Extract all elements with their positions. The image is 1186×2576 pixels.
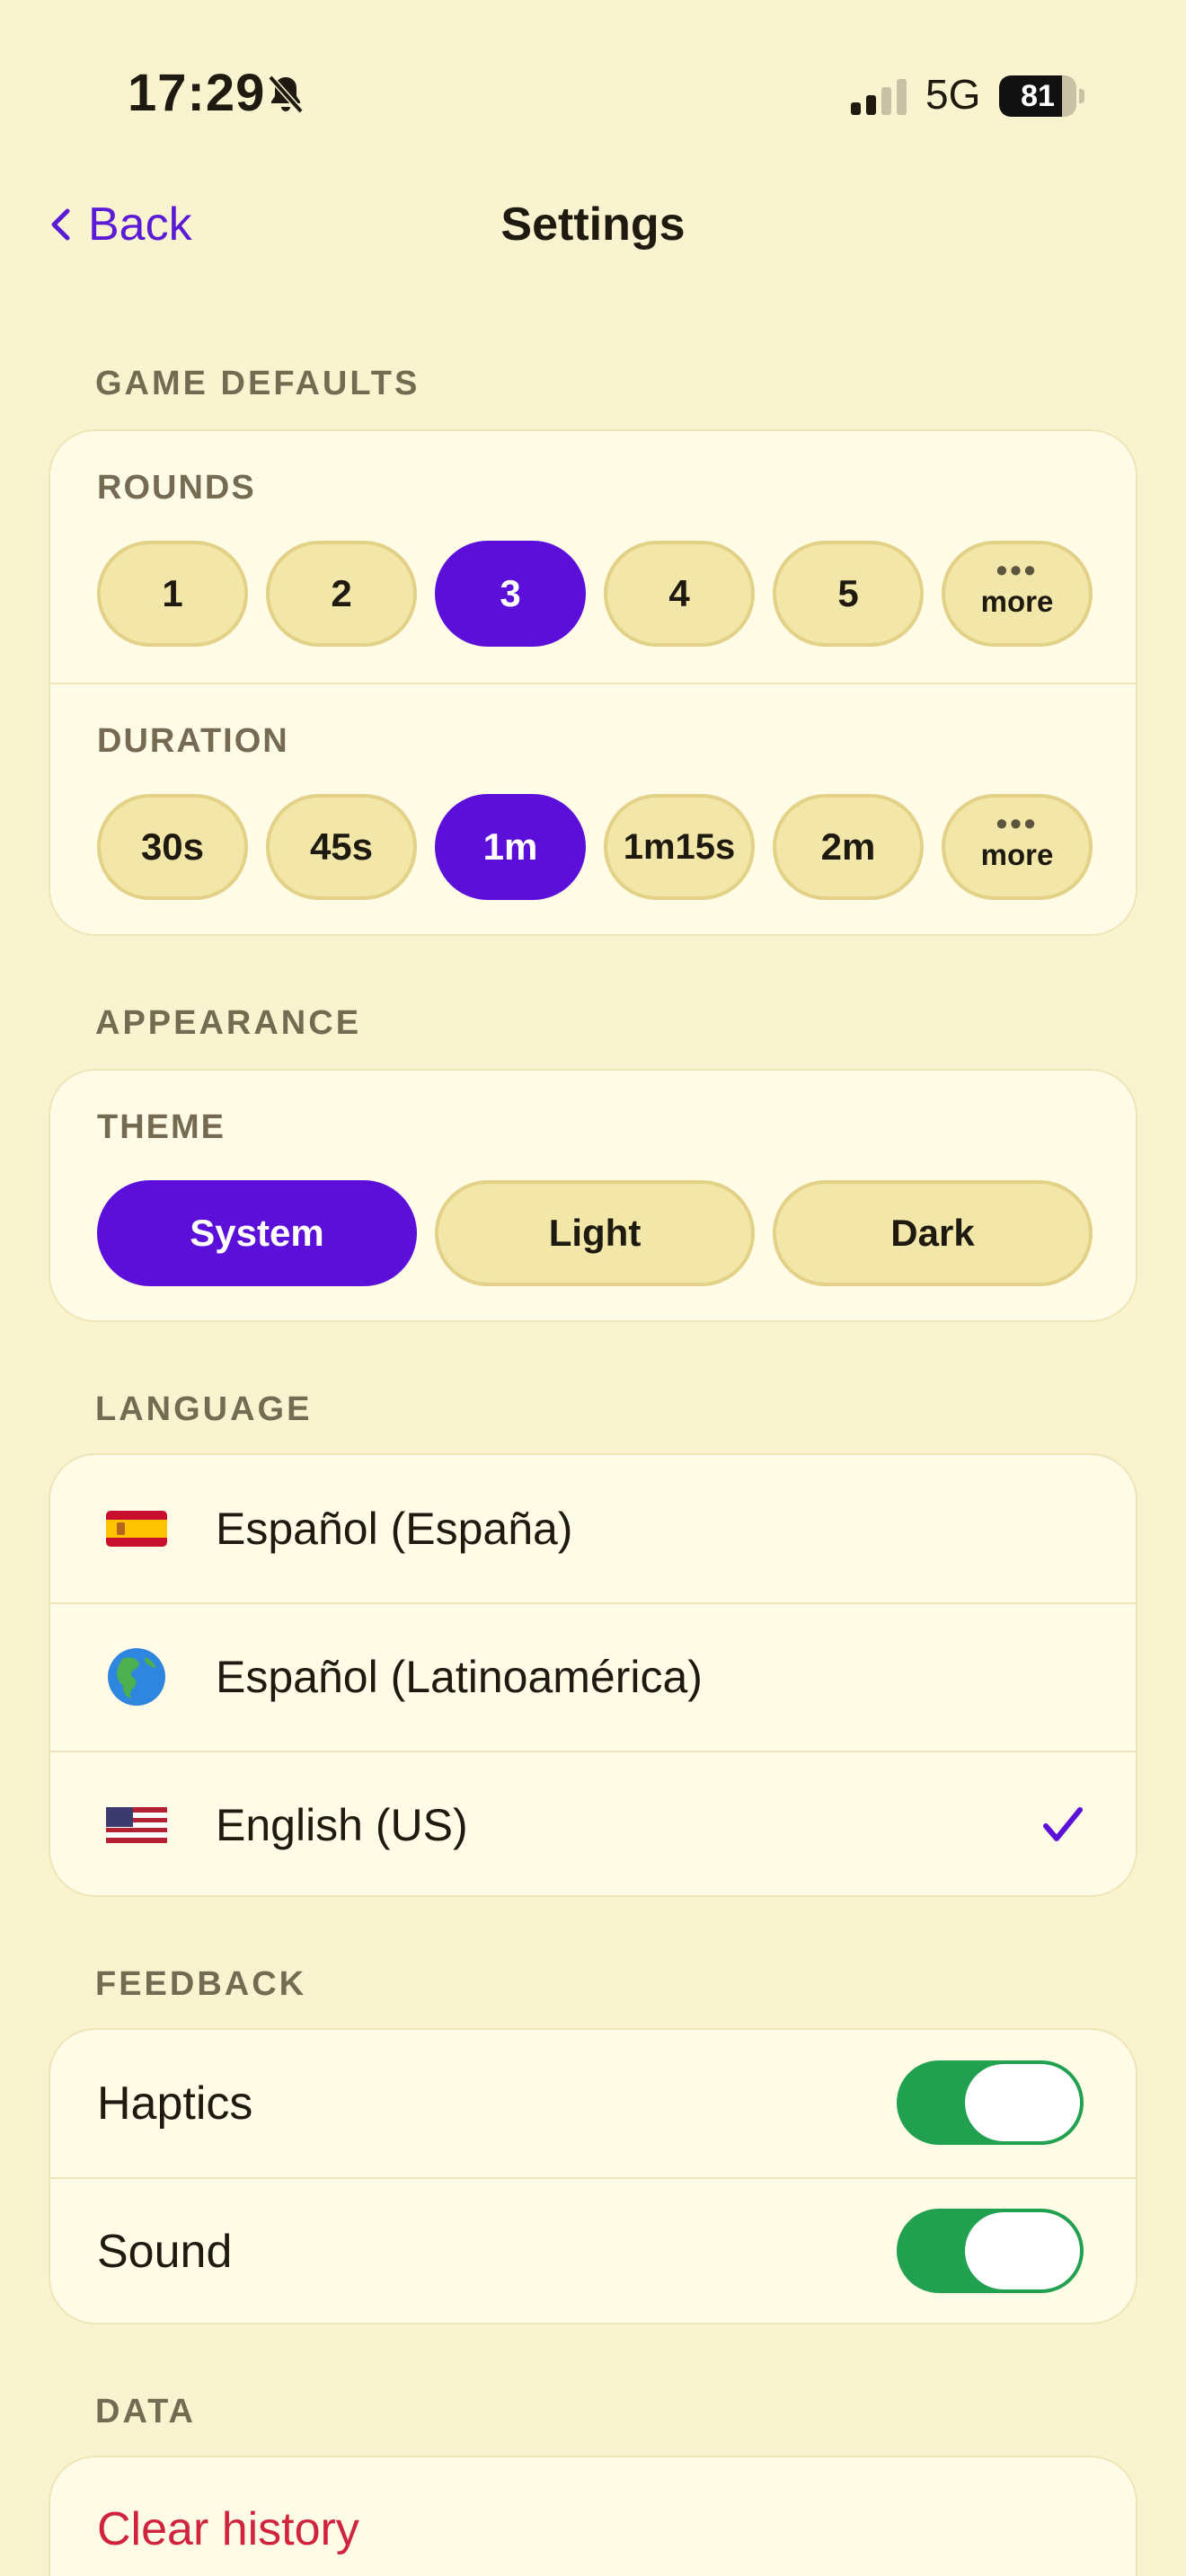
duration-option-1m[interactable]: 1m [435,794,586,900]
theme-label: THEME [97,1108,226,1146]
status-bar: 17:29 5G 81 [0,0,1186,193]
language-card: Español (España) Español (Latinoamérica)… [49,1453,1137,1897]
battery-percentage: 81 [1021,79,1055,113]
game-defaults-card: ROUNDS 1 2 3 4 5 ••• more DURATION 30s 4… [49,429,1137,936]
sound-toggle[interactable] [897,2209,1084,2293]
ellipsis-icon: ••• [996,551,1039,588]
language-label: Español (Latinoamérica) [216,1652,703,1702]
theme-option-dark[interactable]: Dark [773,1180,1093,1286]
globe-americas-icon [108,1648,165,1706]
settings-screen: 17:29 5G 81 Settings Back GAME DEFAULTS … [0,0,1186,2576]
chevron-left-icon [51,208,70,241]
duration-option-45s[interactable]: 45s [266,794,417,900]
rounds-option-1[interactable]: 1 [97,541,248,647]
haptics-label: Haptics [97,2078,253,2130]
duration-options: 30s 45s 1m 1m15s 2m ••• more [97,794,1093,900]
duration-option-1m15s[interactable]: 1m15s [604,794,755,900]
data-card: Clear history [49,2456,1137,2576]
duration-option-2m[interactable]: 2m [773,794,924,900]
appearance-card: THEME System Light Dark [49,1069,1137,1322]
section-header-appearance: APPEARANCE [95,1004,362,1042]
theme-option-light[interactable]: Light [435,1180,755,1286]
duration-option-30s[interactable]: 30s [97,794,248,900]
divider [50,683,1136,684]
rounds-option-5[interactable]: 5 [773,541,924,647]
language-label: English (US) [216,1800,468,1850]
rounds-label: ROUNDS [97,469,256,507]
clear-history-button[interactable]: Clear history [97,2502,359,2556]
battery-indicator: 81 [999,75,1084,117]
ellipsis-icon: ••• [996,805,1039,842]
navigation-bar: Settings Back [0,171,1186,278]
rounds-more-button[interactable]: ••• more [942,541,1093,647]
language-label: Español (España) [216,1504,573,1554]
section-header-data: DATA [95,2393,196,2430]
us-flag-icon [106,1807,167,1843]
battery-body: 81 [999,75,1076,117]
toggle-knob [965,2064,1080,2141]
back-label: Back [88,198,192,251]
haptics-toggle[interactable] [897,2060,1084,2145]
theme-options: System Light Dark [97,1180,1093,1286]
section-header-language: LANGUAGE [95,1390,313,1428]
rounds-options: 1 2 3 4 5 ••• more [97,541,1093,647]
duration-more-button[interactable]: ••• more [942,794,1093,900]
toggle-knob [965,2212,1080,2289]
checkmark-icon [1043,1807,1083,1841]
haptics-row: Haptics [50,2030,1136,2177]
sound-label: Sound [97,2226,233,2278]
status-time: 17:29 [128,64,266,122]
rounds-option-2[interactable]: 2 [266,541,417,647]
feedback-card: Haptics Sound [49,2028,1137,2325]
rounds-option-4[interactable]: 4 [604,541,755,647]
battery-cap [1079,89,1084,103]
rounds-option-3[interactable]: 3 [435,541,586,647]
language-item-es-es[interactable]: Español (España) [50,1455,1136,1602]
language-item-es-latam[interactable]: Español (Latinoamérica) [50,1603,1136,1751]
back-button[interactable]: Back [49,198,192,251]
more-label: more [980,838,1054,871]
cellular-signal-icon [851,79,907,115]
theme-option-system[interactable]: System [97,1180,417,1286]
section-header-feedback: FEEDBACK [95,1965,307,2003]
section-header-game-defaults: GAME DEFAULTS [95,365,420,402]
network-type: 5G [925,71,981,118]
sound-row: Sound [50,2178,1136,2323]
more-label: more [980,585,1054,618]
duration-label: DURATION [97,722,289,760]
bell-slash-icon [268,75,304,114]
spain-flag-icon [106,1511,167,1547]
language-item-en-us[interactable]: English (US) [50,1751,1136,1895]
